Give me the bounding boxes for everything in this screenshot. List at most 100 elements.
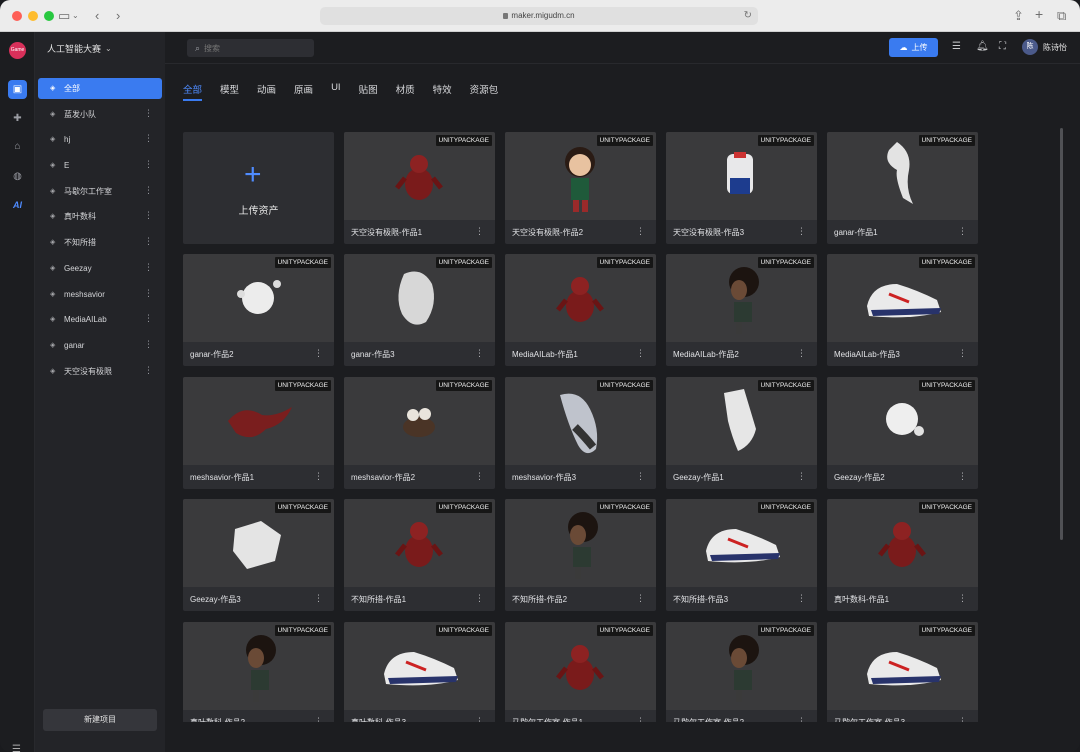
- more-vertical-icon[interactable]: ⋮: [636, 226, 645, 237]
- more-vertical-icon[interactable]: ⋮: [797, 348, 806, 359]
- more-vertical-icon[interactable]: ⋮: [144, 288, 153, 299]
- fullscreen-icon[interactable]: ⛶: [999, 41, 1006, 53]
- more-vertical-icon[interactable]: ⋮: [144, 210, 153, 221]
- more-vertical-icon[interactable]: ⋮: [797, 226, 806, 237]
- sidebar-item[interactable]: ◈ 马歇尔工作室 ⋮: [38, 181, 162, 202]
- new-tab-icon[interactable]: +: [1035, 5, 1043, 23]
- tab[interactable]: 特效: [433, 82, 452, 102]
- sidebar-item[interactable]: ◈ Geezay ⋮: [38, 258, 162, 279]
- search-box[interactable]: ⌕: [187, 39, 314, 57]
- tab[interactable]: 动画: [257, 82, 276, 102]
- more-vertical-icon[interactable]: ⋮: [797, 593, 806, 604]
- asset-card[interactable]: UNITYPACKAGE 马歇尔工作室-作品3 ⋮: [827, 622, 978, 722]
- ai-nav-icon[interactable]: AI: [8, 195, 27, 214]
- asset-card[interactable]: UNITYPACKAGE Geezay-作品1 ⋮: [666, 377, 817, 489]
- asset-card[interactable]: UNITYPACKAGE Geezay-作品3 ⋮: [183, 499, 334, 611]
- asset-card[interactable]: UNITYPACKAGE 真叶数科-作品2 ⋮: [183, 622, 334, 722]
- share-icon[interactable]: ⇪: [1013, 7, 1024, 25]
- sidebar-item[interactable]: ◈ E ⋮: [38, 155, 162, 176]
- asset-card[interactable]: UNITYPACKAGE 不知所措-作品1 ⋮: [344, 499, 495, 611]
- more-vertical-icon[interactable]: ⋮: [636, 348, 645, 359]
- globe-nav-icon[interactable]: ◍: [8, 167, 27, 186]
- tab[interactable]: UI: [331, 82, 341, 102]
- more-vertical-icon[interactable]: ⋮: [314, 471, 323, 482]
- reload-icon[interactable]: ↻: [744, 7, 752, 25]
- tab[interactable]: 全部: [183, 82, 203, 102]
- asset-card[interactable]: UNITYPACKAGE MediaAILab-作品1 ⋮: [505, 254, 656, 366]
- asset-card[interactable]: UNITYPACKAGE meshsavior-作品2 ⋮: [344, 377, 495, 489]
- more-vertical-icon[interactable]: ⋮: [144, 262, 153, 273]
- forward-arrow-icon[interactable]: ›: [116, 7, 120, 25]
- assets-nav-icon[interactable]: ▣: [8, 80, 27, 99]
- app-logo[interactable]: Game: [9, 42, 26, 59]
- sidebar-item[interactable]: ◈ 真叶数科 ⋮: [38, 206, 162, 227]
- tab-overview-icon[interactable]: ⧉: [1057, 7, 1066, 25]
- more-vertical-icon[interactable]: ⋮: [958, 716, 967, 722]
- more-vertical-icon[interactable]: ⋮: [797, 471, 806, 482]
- sidebar-item[interactable]: ◈ MediaAILab ⋮: [38, 309, 162, 330]
- more-vertical-icon[interactable]: ⋮: [144, 313, 153, 324]
- plugin-nav-icon[interactable]: ✚: [8, 109, 27, 128]
- more-vertical-icon[interactable]: ⋮: [958, 593, 967, 604]
- upload-button[interactable]: ☁ 上传: [889, 38, 938, 57]
- sidebar-item[interactable]: ◈ 全部: [38, 78, 162, 99]
- username[interactable]: 陈诗怡: [1043, 42, 1067, 53]
- more-vertical-icon[interactable]: ⋮: [314, 348, 323, 359]
- chevron-down-icon[interactable]: ⌄: [72, 7, 79, 25]
- more-vertical-icon[interactable]: ⋮: [144, 365, 153, 376]
- asset-card[interactable]: UNITYPACKAGE MediaAILab-作品2 ⋮: [666, 254, 817, 366]
- more-vertical-icon[interactable]: ⋮: [475, 593, 484, 604]
- close-window-button[interactable]: [12, 11, 22, 21]
- tab[interactable]: 贴图: [359, 82, 378, 102]
- tab[interactable]: 材质: [396, 82, 415, 102]
- new-project-button[interactable]: 新建项目: [43, 709, 157, 731]
- more-vertical-icon[interactable]: ⋮: [314, 593, 323, 604]
- bell-icon[interactable]: 🔔︎: [976, 41, 989, 53]
- more-vertical-icon[interactable]: ⋮: [958, 471, 967, 482]
- workspace-selector[interactable]: 人工智能大赛 ⌄: [35, 32, 165, 64]
- more-vertical-icon[interactable]: ⋮: [797, 716, 806, 722]
- sidebar-item[interactable]: ◈ meshsavior ⋮: [38, 284, 162, 305]
- more-vertical-icon[interactable]: ⋮: [475, 471, 484, 482]
- back-arrow-icon[interactable]: ‹: [95, 7, 99, 25]
- avatar[interactable]: 陈: [1022, 39, 1038, 55]
- sidebar-toggle-icon[interactable]: ▭: [58, 7, 70, 25]
- tab[interactable]: 模型: [220, 82, 239, 102]
- sidebar-item[interactable]: ◈ 天空没有极限 ⋮: [38, 361, 162, 382]
- asset-card[interactable]: UNITYPACKAGE MediaAILab-作品3 ⋮: [827, 254, 978, 366]
- zoom-window-button[interactable]: [44, 11, 54, 21]
- more-vertical-icon[interactable]: ⋮: [636, 593, 645, 604]
- more-vertical-icon[interactable]: ⋮: [144, 159, 153, 170]
- asset-card[interactable]: UNITYPACKAGE meshsavior-作品3 ⋮: [505, 377, 656, 489]
- grid-scrollbar[interactable]: [1060, 128, 1063, 540]
- asset-card[interactable]: UNITYPACKAGE 不知所措-作品2 ⋮: [505, 499, 656, 611]
- more-vertical-icon[interactable]: ⋮: [144, 108, 153, 119]
- asset-card[interactable]: UNITYPACKAGE Geezay-作品2 ⋮: [827, 377, 978, 489]
- tab[interactable]: 原画: [294, 82, 313, 102]
- more-vertical-icon[interactable]: ⋮: [144, 185, 153, 196]
- sidebar-item[interactable]: ◈ hj ⋮: [38, 129, 162, 150]
- tab[interactable]: 资源包: [470, 82, 499, 102]
- sidebar-item[interactable]: ◈ ganar ⋮: [38, 335, 162, 356]
- more-vertical-icon[interactable]: ⋮: [144, 339, 153, 350]
- asset-card[interactable]: UNITYPACKAGE 天空没有极限-作品3 ⋮: [666, 132, 817, 244]
- list-icon[interactable]: ☰: [952, 41, 961, 53]
- sidebar-item[interactable]: ◈ 不知所措 ⋮: [38, 232, 162, 253]
- more-vertical-icon[interactable]: ⋮: [636, 471, 645, 482]
- more-vertical-icon[interactable]: ⋮: [144, 236, 153, 247]
- minimize-window-button[interactable]: [28, 11, 38, 21]
- asset-card[interactable]: UNITYPACKAGE 天空没有极限-作品1 ⋮: [344, 132, 495, 244]
- asset-card[interactable]: UNITYPACKAGE 马歇尔工作室-作品1 ⋮: [505, 622, 656, 722]
- more-vertical-icon[interactable]: ⋮: [144, 133, 153, 144]
- upload-asset-card[interactable]: + 上传资产: [183, 132, 334, 244]
- sidebar-item[interactable]: ◈ 蓝发小队 ⋮: [38, 104, 162, 125]
- address-bar[interactable]: maker.migudm.cn ↻: [320, 7, 758, 25]
- asset-card[interactable]: UNITYPACKAGE 天空没有极限-作品2 ⋮: [505, 132, 656, 244]
- more-vertical-icon[interactable]: ⋮: [475, 348, 484, 359]
- more-vertical-icon[interactable]: ⋮: [958, 226, 967, 237]
- asset-card[interactable]: UNITYPACKAGE ganar-作品3 ⋮: [344, 254, 495, 366]
- asset-card[interactable]: UNITYPACKAGE ganar-作品1 ⋮: [827, 132, 978, 244]
- home-nav-icon[interactable]: ⌂: [8, 137, 27, 156]
- more-vertical-icon[interactable]: ⋮: [636, 716, 645, 722]
- search-input[interactable]: [204, 43, 295, 53]
